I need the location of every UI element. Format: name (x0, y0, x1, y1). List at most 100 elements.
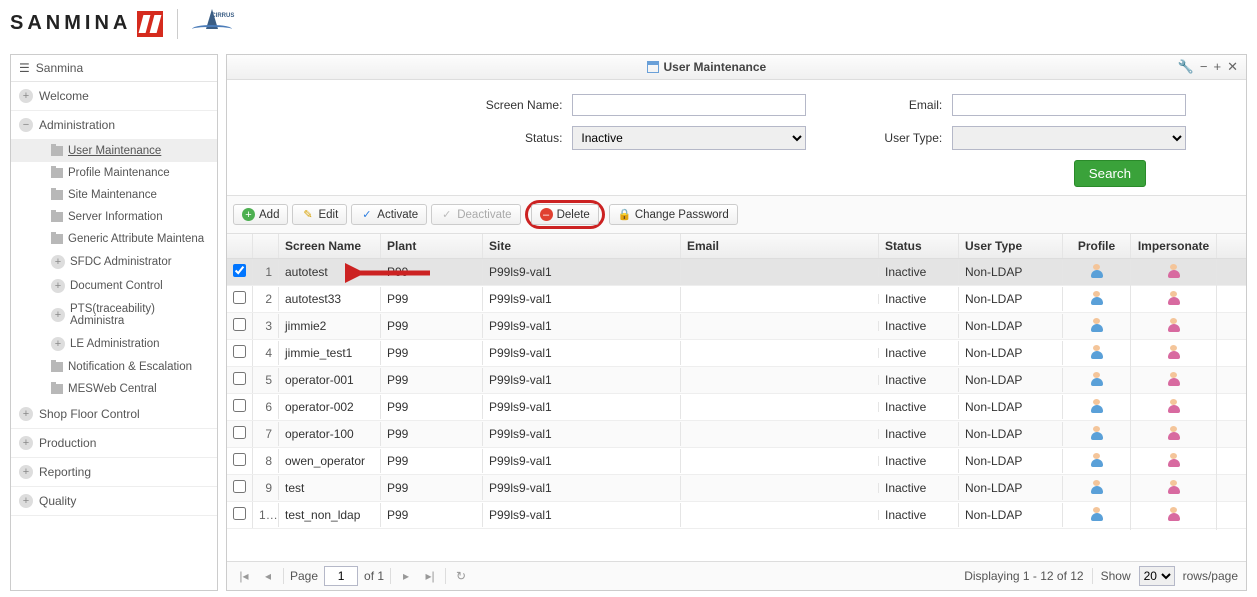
sidebar-subitem[interactable]: +LE Administration (11, 332, 217, 356)
edit-button[interactable]: ✎ Edit (292, 204, 347, 225)
table-row[interactable]: 4jimmie_test1P99P99ls9-val1InactiveNon-L… (227, 340, 1246, 367)
expand-icon[interactable]: + (19, 436, 33, 450)
sidebar-item[interactable]: +Shop Floor Control (11, 400, 217, 429)
minimize-icon[interactable]: − (1200, 59, 1208, 75)
change-password-button[interactable]: 🔒 Change Password (609, 204, 738, 225)
col-impersonate[interactable]: Impersonate (1131, 234, 1217, 258)
col-plant[interactable]: Plant (381, 234, 483, 258)
col-site[interactable]: Site (483, 234, 681, 258)
col-email[interactable]: Email (681, 234, 879, 258)
impersonate-icon[interactable] (1166, 506, 1182, 522)
table-row[interactable]: 2autotest33P99P99ls9-val1InactiveNon-LDA… (227, 286, 1246, 313)
search-form: Screen Name: Email: Status: Inactive Use… (227, 80, 1246, 195)
table-row[interactable]: 7operator-100P99P99ls9-val1InactiveNon-L… (227, 421, 1246, 448)
maximize-icon[interactable]: + (1214, 59, 1222, 75)
refresh-button[interactable]: ↻ (452, 567, 470, 585)
search-button[interactable]: Search (1074, 160, 1146, 187)
sidebar-item[interactable]: +Reporting (11, 458, 217, 487)
sidebar-subitem[interactable]: MESWeb Central (11, 378, 217, 400)
table-row[interactable]: 5operator-001P99P99ls9-val1InactiveNon-L… (227, 367, 1246, 394)
expand-icon[interactable]: + (19, 494, 33, 508)
row-checkbox[interactable] (233, 318, 246, 331)
page-last-button[interactable]: ▸| (421, 567, 439, 585)
sidebar-subitem[interactable]: Site Maintenance (11, 184, 217, 206)
expand-icon[interactable]: + (51, 279, 65, 293)
impersonate-icon[interactable] (1166, 425, 1182, 441)
sidebar-subitem[interactable]: +Document Control (11, 274, 217, 298)
impersonate-icon[interactable] (1166, 317, 1182, 333)
col-screen-name[interactable]: Screen Name (279, 234, 381, 258)
col-status[interactable]: Status (879, 234, 959, 258)
profile-icon[interactable] (1089, 371, 1105, 387)
profile-icon[interactable] (1089, 344, 1105, 360)
profile-icon[interactable] (1089, 317, 1105, 333)
table-row[interactable]: 10test_non_ldapP99P99ls9-val1InactiveNon… (227, 502, 1246, 529)
screen-name-input[interactable] (572, 94, 806, 116)
sidebar-item[interactable]: +Welcome (11, 82, 217, 111)
profile-icon[interactable] (1089, 425, 1105, 441)
profile-icon[interactable] (1089, 398, 1105, 414)
table-row[interactable]: 1autotestP99P99ls9-val1InactiveNon-LDAP (227, 259, 1246, 286)
close-icon[interactable]: ✕ (1227, 59, 1238, 75)
page-input[interactable] (324, 566, 358, 586)
page-next-button[interactable]: ▸ (397, 567, 415, 585)
page-size-select[interactable]: 20 (1139, 566, 1175, 586)
sidebar-item[interactable]: +Quality (11, 487, 217, 516)
cell-user-type: Non-LDAP (959, 341, 1063, 365)
expand-icon[interactable]: + (51, 255, 65, 269)
sidebar-subitem[interactable]: User Maintenance (11, 140, 217, 162)
activate-button[interactable]: ✓ Activate (351, 204, 427, 225)
impersonate-icon[interactable] (1166, 479, 1182, 495)
expand-icon[interactable]: + (51, 337, 65, 351)
col-user-type[interactable]: User Type (959, 234, 1063, 258)
row-checkbox[interactable] (233, 264, 246, 277)
impersonate-icon[interactable] (1166, 344, 1182, 360)
sidebar-subitem[interactable]: +PTS(traceability) Administra (11, 298, 217, 332)
impersonate-icon[interactable] (1166, 452, 1182, 468)
profile-icon[interactable] (1089, 290, 1105, 306)
profile-icon[interactable] (1089, 452, 1105, 468)
table-row[interactable]: 6operator-002P99P99ls9-val1InactiveNon-L… (227, 394, 1246, 421)
table-row[interactable]: 9testP99P99ls9-val1InactiveNon-LDAP (227, 475, 1246, 502)
table-row[interactable]: 3jimmie2P99P99ls9-val1InactiveNon-LDAP (227, 313, 1246, 340)
row-checkbox[interactable] (233, 426, 246, 439)
row-checkbox[interactable] (233, 480, 246, 493)
deactivate-button[interactable]: ✓ Deactivate (431, 204, 520, 225)
sidebar-subitem[interactable]: Server Information (11, 206, 217, 228)
col-profile[interactable]: Profile (1063, 234, 1131, 258)
expand-icon[interactable]: + (19, 465, 33, 479)
page-first-button[interactable]: |◂ (235, 567, 253, 585)
impersonate-icon[interactable] (1166, 398, 1182, 414)
profile-icon[interactable] (1089, 263, 1105, 279)
row-checkbox[interactable] (233, 291, 246, 304)
table-row[interactable]: 8owen_operatorP99P99ls9-val1InactiveNon-… (227, 448, 1246, 475)
row-checkbox[interactable] (233, 372, 246, 385)
sidebar-item[interactable]: −Administration (11, 111, 217, 140)
add-button[interactable]: + Add (233, 204, 288, 225)
sidebar-subitem[interactable]: Profile Maintenance (11, 162, 217, 184)
page-prev-button[interactable]: ◂ (259, 567, 277, 585)
expand-icon[interactable]: + (19, 407, 33, 421)
impersonate-icon[interactable] (1166, 371, 1182, 387)
collapse-icon[interactable]: − (19, 118, 33, 132)
sidebar-subitem[interactable]: Generic Attribute Maintena (11, 228, 217, 250)
row-checkbox[interactable] (233, 453, 246, 466)
row-checkbox[interactable] (233, 399, 246, 412)
row-checkbox[interactable] (233, 345, 246, 358)
impersonate-icon[interactable] (1166, 290, 1182, 306)
expand-icon[interactable]: + (19, 89, 33, 103)
row-checkbox[interactable] (233, 507, 246, 520)
grid-body[interactable]: 1autotestP99P99ls9-val1InactiveNon-LDAP2… (227, 259, 1246, 561)
sidebar-subitem[interactable]: Notification & Escalation (11, 356, 217, 378)
delete-button[interactable]: – Delete (531, 204, 599, 225)
impersonate-icon[interactable] (1166, 263, 1182, 279)
wrench-icon[interactable]: 🔧 (1178, 59, 1194, 75)
email-input[interactable] (952, 94, 1186, 116)
expand-icon[interactable]: + (51, 308, 65, 322)
user-type-select[interactable] (952, 126, 1186, 150)
profile-icon[interactable] (1089, 479, 1105, 495)
profile-icon[interactable] (1089, 506, 1105, 522)
status-select[interactable]: Inactive (572, 126, 806, 150)
sidebar-subitem[interactable]: +SFDC Administrator (11, 250, 217, 274)
sidebar-item[interactable]: +Production (11, 429, 217, 458)
